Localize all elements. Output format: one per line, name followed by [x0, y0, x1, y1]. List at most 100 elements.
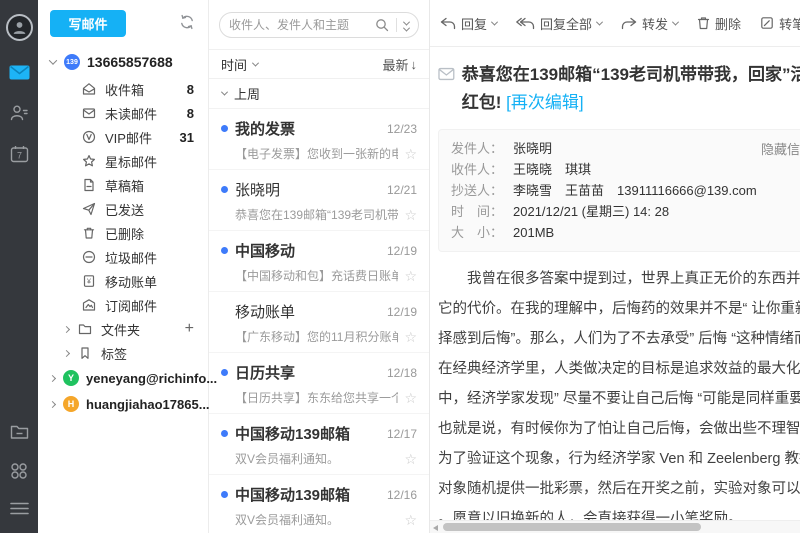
- body-line: 它的代价。在我的理解中，后悔药的效果并不是“ 让你重新选择 ”，而是: [438, 294, 800, 324]
- sidebar-item-drafts[interactable]: 草稿箱: [38, 173, 208, 197]
- sidebar-item-junk[interactable]: 垃圾邮件: [38, 245, 208, 269]
- inbox-icon: [82, 82, 96, 96]
- sidebar-item-label: 草稿箱: [105, 176, 144, 195]
- mail-list-item[interactable]: 中国移动139邮箱12/17 双V会员福利通知。☆: [209, 414, 429, 475]
- cc-label: 抄送人：: [451, 180, 513, 201]
- mail-list-item[interactable]: 中国移动12/19 【中国移动和包】充话费日账单已送到 ...☆: [209, 231, 429, 292]
- to-label: 收件人：: [451, 159, 513, 180]
- mail-sender: 张晓明: [235, 179, 280, 200]
- mail-preview: 恭喜您在139邮箱“139老司机带带我...: [235, 206, 398, 223]
- compose-button[interactable]: 写邮件: [50, 10, 126, 37]
- star-icon[interactable]: ☆: [404, 330, 417, 344]
- calendar-icon[interactable]: 7: [10, 145, 29, 163]
- mail-preview: 【广东移动】您的11月积分账单已送达 ...: [235, 328, 398, 345]
- star-icon[interactable]: ☆: [404, 147, 417, 161]
- sidebar-item-inbox[interactable]: 收件箱 8: [38, 77, 208, 101]
- app-rail: 7: [0, 0, 38, 533]
- body-line: 也就是说，有时候你为了怕让自己后悔，会做出些不理智的决定。: [438, 414, 800, 444]
- mail-preview: 【日历共享】东东给您共享一个名为“活...: [235, 389, 398, 406]
- mail-nav-icon[interactable]: [9, 65, 30, 80]
- mail-list-item[interactable]: 张晓明12/21 恭喜您在139邮箱“139老司机带带我...☆: [209, 170, 429, 231]
- sidebar-item-label: 已删除: [105, 224, 144, 243]
- body-line: 在经典经济学里，人类做决定的目标是追求效益的最大化。而在行为经济学: [438, 354, 800, 384]
- mail-sender: 中国移动: [235, 240, 295, 261]
- account-label: yeneyang@richinfo...: [86, 371, 217, 386]
- unread-count: 8: [187, 82, 194, 97]
- mail-body: 我曾在很多答案中提到过，世界上真正无价的东西并不多。如果硬要 它的代价。在我的理…: [430, 252, 800, 533]
- sidebar-item-unread[interactable]: 未读邮件 8: [38, 101, 208, 125]
- unread-count: 8: [187, 106, 194, 121]
- cc-value: 李晓雪 王苗苗 13911116666@139.com: [513, 180, 757, 201]
- junk-icon: [82, 250, 96, 264]
- rail-bottom-group: [10, 424, 29, 533]
- reply-all-button[interactable]: 回复全部: [516, 14, 602, 33]
- apps-icon[interactable]: [10, 462, 28, 480]
- star-icon[interactable]: ☆: [404, 513, 417, 527]
- scroll-left-arrow[interactable]: [433, 525, 438, 531]
- star-icon[interactable]: ☆: [404, 452, 417, 466]
- reply-button[interactable]: 回复: [440, 14, 497, 33]
- section-last-week[interactable]: 上周: [209, 79, 429, 109]
- delete-button[interactable]: 删除: [697, 14, 741, 33]
- sidebar-item-deleted[interactable]: 已删除: [38, 221, 208, 245]
- sidebar-item-starred[interactable]: 星标邮件: [38, 149, 208, 173]
- account-label: huangjiahao17865...: [86, 397, 210, 412]
- search-icon[interactable]: [375, 18, 389, 32]
- mail-subject: 恭喜您在139邮箱“139老司机带带我，回家”活动抽中500M流量红包! [再次…: [462, 61, 800, 117]
- size-value: 201MB: [513, 222, 554, 243]
- edit-again-link[interactable]: [再次编辑]: [506, 93, 583, 112]
- reader-content: 恭喜您在139邮箱“139老司机带带我，回家”活动抽中500M流量红包! [再次…: [430, 47, 800, 533]
- contacts-icon[interactable]: [9, 104, 29, 121]
- sidebar-item-subscriptions[interactable]: 订阅邮件: [38, 293, 208, 317]
- refresh-icon[interactable]: [178, 13, 196, 31]
- star-icon[interactable]: ☆: [404, 269, 417, 283]
- horizontal-scrollbar[interactable]: [430, 520, 800, 533]
- sidebar-item-label: 垃圾邮件: [105, 248, 157, 267]
- tag-icon: [78, 346, 92, 360]
- account-row[interactable]: 139 13665857688: [50, 54, 208, 70]
- unread-dot: [221, 186, 228, 193]
- mail-list-item[interactable]: 我的发票12/23 【电子发票】您收到一张新的电子发票。☆: [209, 109, 429, 170]
- search-input[interactable]: [229, 18, 375, 32]
- envelope-icon: [438, 67, 455, 81]
- from-value: 张晓明: [513, 138, 552, 159]
- sidebar-item-sent[interactable]: 已发送: [38, 197, 208, 221]
- sidebar-item-tags[interactable]: 标签: [38, 341, 208, 365]
- mail-list-item[interactable]: 日历共享12/18 【日历共享】东东给您共享一个名为“活...☆: [209, 353, 429, 414]
- bill-icon: ¥: [82, 274, 96, 288]
- forward-button[interactable]: 转发: [621, 14, 678, 33]
- avatar[interactable]: [6, 14, 33, 41]
- mail-preview: 双V会员福利通知。: [235, 511, 398, 528]
- sidebar-item-mobile-bill[interactable]: ¥ 移动账单: [38, 269, 208, 293]
- sidebar-item-vip[interactable]: VIP邮件 31: [38, 125, 208, 149]
- secondary-account-1[interactable]: Y yeneyang@richinfo...: [38, 365, 208, 391]
- chevron-right-icon: [49, 400, 56, 407]
- search-box: [219, 12, 419, 38]
- folder-rail-icon[interactable]: [10, 424, 29, 440]
- scrollbar-thumb[interactable]: [443, 523, 701, 531]
- trash-icon: [697, 16, 710, 30]
- star-icon: [82, 154, 96, 168]
- to-note-button[interactable]: 转笔记: [760, 14, 800, 33]
- secondary-account-2[interactable]: H huangjiahao17865...: [38, 391, 208, 417]
- mail-list-item[interactable]: 中国移动139邮箱12/16 双V会员福利通知。☆: [209, 475, 429, 533]
- advanced-search-icon[interactable]: [404, 19, 409, 32]
- unread-dot: [221, 125, 228, 132]
- mail-sender: 中国移动139邮箱: [235, 423, 350, 444]
- menu-icon[interactable]: [10, 502, 29, 515]
- unread-count: 31: [180, 130, 194, 145]
- account-avatar: Y: [63, 370, 79, 386]
- star-icon[interactable]: ☆: [404, 208, 417, 222]
- sort-order-button[interactable]: 最新 ↓: [382, 55, 417, 74]
- size-label: 大 小：: [451, 222, 513, 243]
- sidebar-item-folders[interactable]: 文件夹 +: [38, 317, 208, 341]
- person-icon: [11, 19, 28, 36]
- sort-by-label: 时间: [221, 55, 247, 74]
- sidebar-item-label: 订阅邮件: [105, 296, 157, 315]
- mail-list-item[interactable]: 移动账单12/19 【广东移动】您的11月积分账单已送达 ...☆: [209, 292, 429, 353]
- add-folder-button[interactable]: +: [185, 321, 194, 337]
- star-icon[interactable]: ☆: [404, 391, 417, 405]
- sort-by-button[interactable]: 时间: [221, 55, 258, 74]
- chevron-down-icon: [596, 18, 603, 25]
- hide-info-link[interactable]: 隐藏信息: [761, 139, 800, 158]
